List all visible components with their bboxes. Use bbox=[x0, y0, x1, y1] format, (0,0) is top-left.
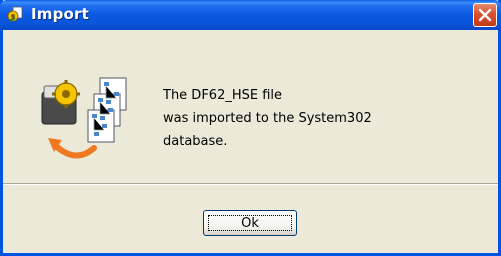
message-line-2: was imported to the System302 bbox=[163, 111, 372, 126]
message-text: The DF62_HSE file was imported to the Sy… bbox=[163, 84, 372, 153]
ok-button[interactable]: Ok bbox=[203, 210, 297, 236]
close-button[interactable] bbox=[473, 3, 497, 27]
import-dialog: Import The DF62_HSE file was imported to… bbox=[0, 0, 501, 256]
message-line-1: The DF62_HSE file bbox=[163, 88, 283, 103]
import-files-icon bbox=[36, 68, 148, 168]
close-icon bbox=[478, 8, 492, 22]
window-title: Import bbox=[31, 5, 90, 23]
message-line-3: database. bbox=[163, 134, 228, 149]
ok-button-label: Ok bbox=[208, 215, 292, 231]
title-bar[interactable]: Import bbox=[0, 0, 501, 30]
divider bbox=[3, 183, 498, 185]
import-title-icon bbox=[7, 6, 25, 24]
